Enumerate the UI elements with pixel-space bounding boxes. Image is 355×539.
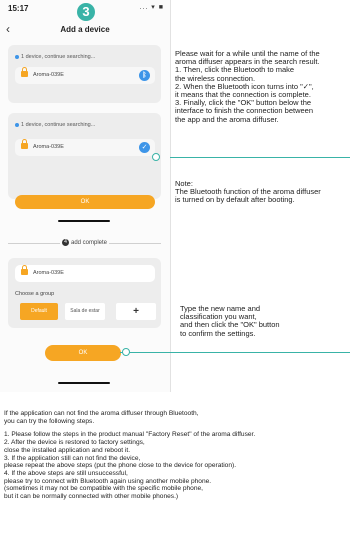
group-default-button[interactable]: Default bbox=[20, 303, 58, 320]
device-name: Aroma-039E bbox=[33, 72, 64, 78]
search-card-2: 1 device, continue searching... Aroma-03… bbox=[8, 113, 161, 199]
lock-icon bbox=[21, 67, 28, 77]
group-buttons: Default Sala de estar + bbox=[15, 303, 156, 320]
page-title: Add a device bbox=[60, 25, 110, 34]
group-label: Choose a group bbox=[15, 291, 55, 297]
step-number-badge: 3 bbox=[77, 3, 95, 21]
instructions-mid: Type the new name and classification you… bbox=[180, 304, 280, 338]
note-text: Note: The Bluetooth function of the arom… bbox=[175, 179, 321, 205]
confirm-ok-button[interactable]: OK bbox=[45, 345, 121, 361]
searching-dot-icon bbox=[15, 122, 19, 127]
device-name: Aroma-039E bbox=[33, 144, 64, 150]
group-sala-button[interactable]: Sala de estar bbox=[65, 303, 105, 320]
device-row[interactable]: Aroma-039E ✓ bbox=[15, 139, 155, 156]
status-time: 15:17 bbox=[8, 4, 29, 13]
lock-icon bbox=[21, 139, 28, 149]
ok-button[interactable]: OK bbox=[15, 195, 155, 209]
search-status: 1 device, continue searching... bbox=[15, 122, 95, 128]
pointer-dot-2 bbox=[122, 348, 130, 356]
device-row[interactable]: Aroma-039E ᛒ bbox=[15, 67, 155, 84]
checkmark-icon[interactable]: ✓ bbox=[139, 142, 150, 153]
search-card-1: 1 device, continue searching... Aroma-03… bbox=[8, 45, 161, 103]
pointer-line-2 bbox=[120, 352, 350, 353]
search-status: 1 device, continue searching... bbox=[15, 54, 95, 60]
pointer-line bbox=[170, 157, 350, 158]
phone-screenshot: 15:17 ... ▾ ■ 3 ‹ Add a device 1 device,… bbox=[0, 0, 171, 392]
device-name-value: Aroma-039E bbox=[33, 270, 64, 276]
step-four-badge: 4 bbox=[62, 239, 69, 246]
add-group-button[interactable]: + bbox=[116, 303, 156, 320]
home-indicator bbox=[58, 382, 110, 384]
lock-icon bbox=[21, 265, 28, 275]
edit-card: Aroma-039E Choose a group Default Sala d… bbox=[8, 258, 161, 328]
troubleshooting-text: If the application can not find the arom… bbox=[4, 410, 256, 501]
nav-bar: ‹ Add a device bbox=[0, 22, 170, 38]
searching-dot-icon bbox=[15, 54, 19, 59]
bluetooth-icon[interactable]: ᛒ bbox=[139, 70, 150, 81]
status-icons: ... ▾ ■ bbox=[139, 4, 164, 11]
pointer-dot bbox=[152, 153, 160, 161]
home-indicator bbox=[58, 220, 110, 222]
instructions-top: Please wait for a while until the name o… bbox=[175, 49, 320, 124]
device-name-input[interactable]: Aroma-039E bbox=[15, 265, 155, 282]
add-complete-label: 4 add complete bbox=[60, 239, 110, 247]
